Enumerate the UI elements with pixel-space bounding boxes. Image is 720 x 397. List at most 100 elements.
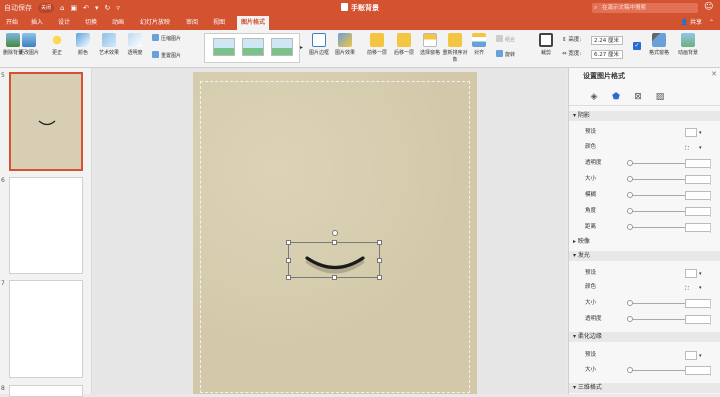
picture-icon[interactable]: ▨	[653, 90, 667, 104]
tab-picture-format[interactable]: 图片格式	[237, 16, 270, 30]
slider-knob[interactable]	[627, 300, 633, 306]
picture-style-3[interactable]	[271, 38, 293, 56]
tab-transitions[interactable]: 切换	[81, 16, 101, 30]
resize-handle[interactable]	[286, 258, 291, 263]
transparency-slider[interactable]	[629, 319, 689, 320]
slide-canvas[interactable]	[193, 72, 477, 394]
blur-slider[interactable]	[629, 195, 689, 196]
preset-dropdown[interactable]	[685, 128, 697, 137]
search-input[interactable]: ⌕ 在演示文稿中搜索	[592, 3, 698, 13]
gallery-more-icon[interactable]: ▸	[300, 44, 303, 51]
size-slider[interactable]	[629, 179, 689, 180]
effects-icon[interactable]: ⬟	[609, 90, 623, 104]
picture-style-1[interactable]	[213, 38, 235, 56]
chevron-down-icon[interactable]: ▾	[699, 127, 702, 139]
transparency-button[interactable]: 透明度	[122, 33, 148, 56]
color-button[interactable]: 颜色	[70, 33, 96, 56]
section-glow[interactable]: ▾ 发光	[569, 251, 720, 261]
tab-insert[interactable]: 插入	[27, 16, 47, 30]
artistic-effects-button[interactable]: 艺术效果	[96, 33, 122, 56]
rotate-button[interactable]: 旋转	[496, 50, 515, 59]
picture-style-2[interactable]	[242, 38, 264, 56]
picture-effects-button[interactable]: 图片效果	[332, 33, 358, 56]
lock-aspect-checkbox[interactable]: ✓	[633, 42, 641, 50]
blur-spinner[interactable]	[685, 191, 711, 201]
chevron-down-icon[interactable]: ▾	[699, 282, 702, 294]
width-input[interactable]: 6.27 厘米	[591, 50, 623, 59]
resize-handle[interactable]	[286, 240, 291, 245]
size-spinner[interactable]	[685, 299, 711, 309]
collapse-ribbon-icon[interactable]: ⌃	[709, 17, 714, 29]
reset-picture-button[interactable]: 重置图片	[152, 51, 181, 60]
preset-dropdown[interactable]	[685, 351, 697, 360]
slide-thumbnail-8[interactable]	[9, 385, 83, 397]
format-pane-button[interactable]: 格式窗格	[646, 33, 672, 56]
width-icon-label: ⇔ 宽度:	[562, 51, 582, 57]
rotate-handle[interactable]	[332, 230, 338, 236]
chevron-down-icon[interactable]: ▾	[699, 350, 702, 362]
slider-knob[interactable]	[627, 224, 633, 230]
slider-knob[interactable]	[627, 176, 633, 182]
tab-animations[interactable]: 动画	[108, 16, 128, 30]
close-icon[interactable]: ✕	[711, 70, 717, 78]
tab-slideshow[interactable]: 幻灯片放映	[136, 16, 174, 30]
slider-knob[interactable]	[627, 367, 633, 373]
picture-styles-gallery[interactable]	[204, 33, 300, 63]
angle-spinner[interactable]	[685, 207, 711, 217]
animation-background-button[interactable]: 动画背景	[675, 33, 701, 56]
crop-button[interactable]: 裁剪	[533, 33, 559, 56]
size-properties-icon[interactable]: ⊠	[631, 90, 645, 104]
send-backward-button[interactable]: 后移一层	[391, 33, 417, 56]
paint-bucket-icon[interactable]: ⛶	[685, 283, 697, 292]
chevron-down-icon[interactable]: ▾	[699, 142, 702, 154]
transparency-spinner[interactable]	[685, 315, 711, 325]
corrections-button[interactable]: 更正	[44, 33, 70, 56]
share-button[interactable]: 👤 共享	[681, 17, 702, 29]
tab-design[interactable]: 设计	[54, 16, 74, 30]
chevron-down-icon[interactable]: ▾	[699, 268, 702, 280]
resize-handle[interactable]	[286, 275, 291, 280]
height-input[interactable]: 2.24 厘米	[591, 36, 623, 45]
slider-knob[interactable]	[627, 192, 633, 198]
slider-knob[interactable]	[627, 208, 633, 214]
size-slider[interactable]	[629, 303, 689, 304]
compress-pictures-button[interactable]: 压缩图片	[152, 34, 181, 43]
section-reflection[interactable]: ▸ 映像	[569, 237, 720, 247]
group-button[interactable]: 组合	[496, 35, 515, 44]
slide-thumbnail-7[interactable]	[9, 280, 83, 378]
size-spinner[interactable]	[685, 366, 711, 376]
resize-handle[interactable]	[332, 275, 337, 280]
distance-spinner[interactable]	[685, 223, 711, 233]
slide-thumbnail-5[interactable]	[9, 72, 83, 171]
size-spinner[interactable]	[685, 175, 711, 185]
slide-thumbnail-6[interactable]	[9, 177, 83, 274]
angle-slider[interactable]	[629, 211, 689, 212]
tab-home[interactable]: 开始	[2, 16, 22, 30]
resize-handle[interactable]	[377, 275, 382, 280]
transparency-slider[interactable]	[629, 163, 689, 164]
align-button[interactable]: 对齐	[466, 33, 492, 56]
section-shadow[interactable]: ▾ 阴影	[569, 111, 720, 121]
preset-dropdown[interactable]	[685, 269, 697, 278]
selection-pane-button[interactable]: 选择窗格	[417, 33, 443, 56]
resize-handle[interactable]	[332, 240, 337, 245]
distance-slider[interactable]	[629, 227, 689, 228]
change-picture-button[interactable]: 更改图片	[16, 33, 42, 56]
slider-knob[interactable]	[627, 316, 633, 322]
section-3d-format[interactable]: ▾ 三维格式	[569, 383, 720, 393]
tab-review[interactable]: 审阅	[182, 16, 202, 30]
size-slider[interactable]	[629, 370, 689, 371]
resize-handle[interactable]	[377, 258, 382, 263]
picture-border-button[interactable]: 图片边框	[306, 33, 332, 56]
bring-forward-button[interactable]: 前移一层	[364, 33, 390, 56]
section-soft-edges[interactable]: ▾ 柔化边缘	[569, 332, 720, 342]
selected-picture[interactable]	[286, 230, 382, 280]
resize-handle[interactable]	[377, 240, 382, 245]
reorder-objects-button[interactable]: 重新排序对象	[442, 33, 468, 63]
slider-knob[interactable]	[627, 160, 633, 166]
tab-view[interactable]: 视图	[209, 16, 229, 30]
paint-bucket-icon[interactable]: ⛶	[685, 143, 697, 152]
fill-line-icon[interactable]: ◈	[587, 90, 601, 104]
transparency-spinner[interactable]	[685, 159, 711, 169]
feedback-smile-icon[interactable]: ☺	[704, 2, 713, 12]
